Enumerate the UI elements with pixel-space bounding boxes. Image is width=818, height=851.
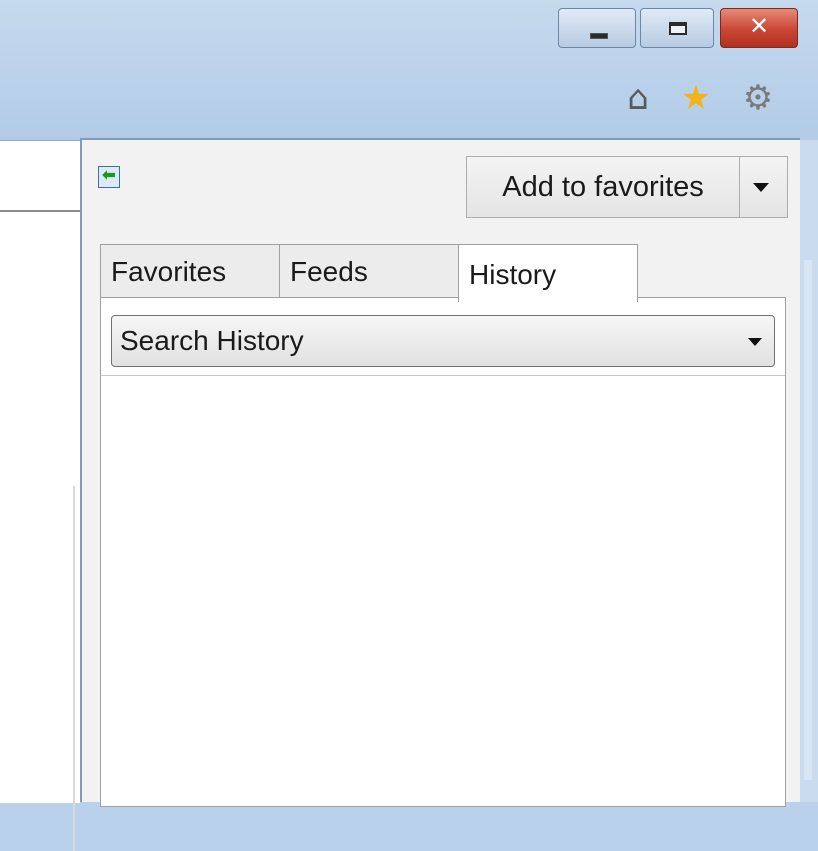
- chevron-down-icon[interactable]: [753, 183, 769, 192]
- chevron-down-icon: [748, 338, 762, 346]
- minimize-button[interactable]: [558, 8, 636, 48]
- gear-icon[interactable]: ⚙: [738, 78, 778, 118]
- page-content: [0, 140, 80, 851]
- window-edge: [800, 140, 818, 802]
- home-icon[interactable]: ⌂: [618, 78, 658, 118]
- add-to-favorites-button[interactable]: Add to favorites: [467, 157, 739, 217]
- maximize-icon: [669, 22, 687, 35]
- close-button[interactable]: ✕: [720, 8, 798, 48]
- add-to-favorites-split-button: Add to favorites: [466, 156, 788, 218]
- star-icon[interactable]: ★: [676, 78, 716, 118]
- split-divider: [739, 157, 740, 217]
- tab-favorites[interactable]: Favorites: [100, 244, 280, 298]
- content-divider: [0, 210, 80, 212]
- panel-divider: [101, 375, 785, 376]
- history-panel: Search History: [100, 297, 786, 807]
- maximize-button[interactable]: [640, 8, 714, 48]
- tab-history[interactable]: History: [458, 244, 638, 302]
- history-view-selected: Search History: [120, 325, 304, 356]
- history-view-dropdown[interactable]: Search History: [111, 315, 775, 367]
- tab-feeds[interactable]: Feeds: [279, 244, 459, 298]
- minimize-icon: [590, 33, 608, 39]
- pin-pane-icon[interactable]: ⬅: [98, 166, 120, 188]
- title-bar: ✕ ⌂ ★ ⚙: [0, 0, 818, 140]
- content-edge: [73, 486, 75, 851]
- scrollbar-track[interactable]: [804, 260, 812, 780]
- close-icon: ✕: [748, 12, 770, 40]
- favorites-center-pane: ⬅ Add to favorites Favorites Feeds Searc…: [80, 138, 800, 807]
